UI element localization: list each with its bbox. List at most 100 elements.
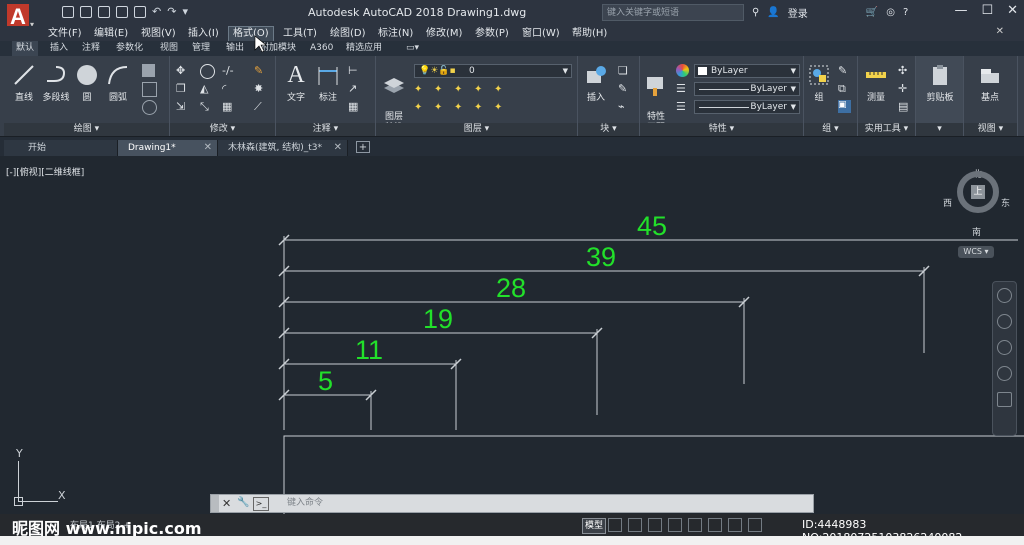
stretch-icon[interactable]: ⇲ xyxy=(176,100,189,113)
cart-icon[interactable]: 🛒 xyxy=(866,7,878,18)
panel-properties-title[interactable]: 特性 ▾ xyxy=(640,123,803,136)
model-space-button[interactable]: 模型 xyxy=(582,518,606,534)
circle-tool[interactable]: 圆 xyxy=(74,62,100,103)
menu-file[interactable]: 文件(F) xyxy=(44,26,86,41)
tab-view[interactable]: 视图 xyxy=(156,41,182,56)
trim-icon[interactable]: -/- xyxy=(222,64,235,77)
panel-draw-title[interactable]: 绘图 ▾ xyxy=(4,123,169,136)
layer-dropdown[interactable]: 💡☀🔓▪ 0 ▼ xyxy=(414,64,572,78)
group-edit-icon[interactable]: ⧉ xyxy=(838,82,851,95)
new-tab-button[interactable]: + xyxy=(356,141,370,153)
mirror-icon[interactable]: ◭ xyxy=(200,82,213,95)
open-file-icon[interactable] xyxy=(80,6,92,18)
measure-tool[interactable]: 测量 xyxy=(862,62,890,103)
grid-icon[interactable] xyxy=(608,518,622,532)
array-icon[interactable]: ▦ xyxy=(222,100,235,113)
maximize-icon[interactable]: ☐ xyxy=(981,3,993,18)
linetype-icon[interactable]: ☰ xyxy=(676,100,689,113)
showmotion-icon[interactable] xyxy=(997,392,1012,407)
table-icon[interactable]: ▦ xyxy=(348,100,361,113)
save-icon[interactable] xyxy=(98,6,110,18)
panel-annotation-title[interactable]: 注释 ▾ xyxy=(276,123,375,136)
compass-south[interactable]: 南 xyxy=(972,225,981,238)
point-icon[interactable]: ✛ xyxy=(898,82,911,95)
compass-west[interactable]: 西 xyxy=(943,196,952,209)
tab-addins[interactable]: 附加模块 xyxy=(256,41,300,56)
ungroup-icon[interactable]: ✎ xyxy=(838,64,851,77)
full-navigation-wheel-icon[interactable] xyxy=(997,288,1012,303)
tab-output[interactable]: 输出 xyxy=(222,41,248,56)
viewcube-top-face[interactable]: 上 xyxy=(971,185,985,199)
layer-merge-icon[interactable]: ✦ xyxy=(434,102,447,115)
qat-dropdown-icon[interactable]: ▾ xyxy=(182,6,188,18)
exchange-icon[interactable]: ◎ xyxy=(886,7,895,18)
line-tool[interactable]: 直线 xyxy=(10,62,38,103)
ribbon-options-icon[interactable]: ▭▾ xyxy=(402,41,423,56)
menu-view[interactable]: 视图(V) xyxy=(137,26,180,41)
close-icon[interactable]: ✕ xyxy=(334,140,342,156)
osnap-icon[interactable] xyxy=(688,518,702,532)
tab-annotate[interactable]: 注释 xyxy=(78,41,104,56)
layer-delete-icon[interactable]: ✦ xyxy=(454,102,467,115)
clipboard-tool[interactable]: 剪贴板 xyxy=(922,62,958,103)
leader-icon[interactable]: ↗ xyxy=(348,82,361,95)
panel-clipboard-title[interactable]: ▾ xyxy=(916,123,963,136)
doc-tab-drawing1[interactable]: Drawing1* ✕ xyxy=(118,140,218,156)
binoculars-icon[interactable]: ⚲ xyxy=(752,7,759,18)
color-wheel-icon[interactable] xyxy=(676,64,689,77)
close-icon[interactable]: ✕ xyxy=(204,140,212,156)
login-link[interactable]: 登录 xyxy=(788,5,808,20)
doc-tab-start[interactable]: 开始 xyxy=(4,140,118,156)
close-icon[interactable]: ✕ xyxy=(222,497,231,510)
snap-icon[interactable] xyxy=(628,518,642,532)
workspace-icon[interactable] xyxy=(748,518,762,532)
tab-default[interactable]: 默认 xyxy=(12,41,39,56)
panel-block-title[interactable]: 块 ▾ xyxy=(578,123,639,136)
compass-east[interactable]: 东 xyxy=(1001,196,1010,209)
tab-insert[interactable]: 插入 xyxy=(46,41,72,56)
layer-lock-icon[interactable]: ✦ xyxy=(474,84,487,97)
move-icon[interactable]: ✥ xyxy=(176,64,189,77)
doc-tab-mulinsen[interactable]: 木林森(建筑, 结构)_t3* ✕ xyxy=(218,140,348,156)
quick-select-icon[interactable]: ✣ xyxy=(898,64,911,77)
dimension-tool[interactable]: 标注 xyxy=(314,62,342,103)
tab-featured-apps[interactable]: 精选应用 xyxy=(342,41,386,56)
menu-window[interactable]: 窗口(W) xyxy=(518,26,564,41)
drag-handle[interactable] xyxy=(211,495,219,512)
edit-block-icon[interactable]: ✎ xyxy=(618,82,631,95)
menu-dimension[interactable]: 标注(N) xyxy=(374,26,417,41)
layer-isolate-icon[interactable]: ✦ xyxy=(434,84,447,97)
arc-tool[interactable]: 圆弧 xyxy=(104,62,132,103)
fillet-icon[interactable]: ◜ xyxy=(222,82,235,95)
drawing-canvas[interactable] xyxy=(0,156,1024,545)
prompt-icon[interactable]: >_ xyxy=(253,497,269,511)
minimize-icon[interactable]: — xyxy=(954,3,967,18)
calculator-icon[interactable]: ▤ xyxy=(898,100,911,113)
create-block-icon[interactable]: ❏ xyxy=(618,64,631,77)
user-icon[interactable]: 👤 xyxy=(767,7,779,18)
menu-parametric[interactable]: 参数(P) xyxy=(471,26,513,41)
menu-modify[interactable]: 修改(M) xyxy=(422,26,466,41)
viewport-controls[interactable]: [-][俯视][二维线框] xyxy=(6,165,84,178)
rotate-icon[interactable] xyxy=(200,64,215,79)
tab-parametric[interactable]: 参数化 xyxy=(112,41,147,56)
help-icon[interactable]: ? xyxy=(903,7,908,18)
new-file-icon[interactable] xyxy=(62,6,74,18)
erase-icon[interactable]: ✎ xyxy=(254,64,267,77)
panel-utilities-title[interactable]: 实用工具 ▾ xyxy=(858,123,915,136)
lineweight-dropdown[interactable]: ByLayer ▼ xyxy=(694,82,800,96)
polyline-tool[interactable]: 多段线 xyxy=(40,62,72,103)
tab-a360[interactable]: A360 xyxy=(306,41,337,56)
zoom-icon[interactable] xyxy=(997,340,1012,355)
menu-draw[interactable]: 绘图(D) xyxy=(326,26,370,41)
menu-edit[interactable]: 编辑(E) xyxy=(90,26,132,41)
color-dropdown[interactable]: ByLayer ▼ xyxy=(694,64,800,78)
close-icon[interactable]: ✕ xyxy=(1007,3,1018,18)
base-point-tool[interactable]: 基点 xyxy=(974,62,1006,103)
polar-icon[interactable] xyxy=(668,518,682,532)
pan-icon[interactable] xyxy=(997,314,1012,329)
menu-insert[interactable]: 插入(I) xyxy=(184,26,223,41)
undo-icon[interactable]: ↶ xyxy=(152,6,161,18)
scale-icon[interactable]: ⤡ xyxy=(200,100,213,113)
panel-modify-title[interactable]: 修改 ▾ xyxy=(170,123,275,136)
